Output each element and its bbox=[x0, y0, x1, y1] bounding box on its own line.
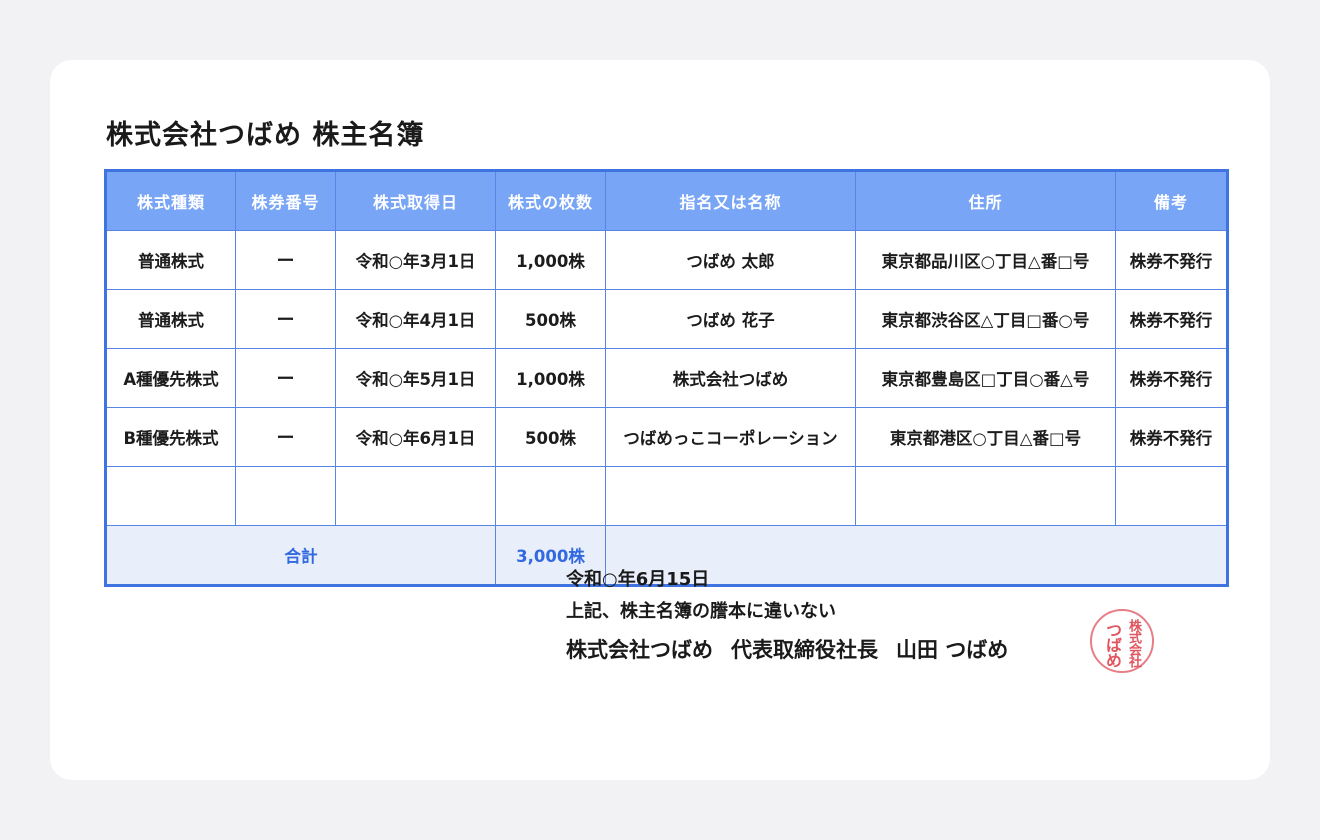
certification-footer: 令和○年6月15日 上記、株主名簿の謄本に違いない 株式会社つばめ 代表取締役社長… bbox=[566, 564, 1166, 670]
seal-text-company-name: つばめ bbox=[1103, 622, 1122, 667]
cell-acquisition-date: 令和○年4月1日 bbox=[335, 289, 496, 349]
certification-statement: 上記、株主名簿の謄本に違いない bbox=[566, 601, 836, 622]
cell-certificate-number bbox=[235, 466, 336, 526]
header-remarks: 備考 bbox=[1115, 170, 1228, 231]
cell-certificate-number: ー bbox=[235, 407, 336, 467]
signature-company: 株式会社つばめ bbox=[566, 638, 713, 662]
cell-acquisition-date: 令和○年6月1日 bbox=[335, 407, 496, 467]
header-certificate-number: 株券番号 bbox=[235, 170, 336, 231]
cell-address: 東京都港区○丁目△番□号 bbox=[855, 407, 1116, 467]
cell-address: 東京都品川区○丁目△番□号 bbox=[855, 230, 1116, 290]
document-card: 株式会社つばめ 株主名簿 株式種類 株券番号 株式取得日 株式の枚数 指名又は名… bbox=[50, 60, 1270, 780]
header-acquisition-date: 株式取得日 bbox=[335, 170, 496, 231]
signature-line: 株式会社つばめ 代表取締役社長 山田 つばめ bbox=[566, 630, 1166, 670]
cell-share-count: 1,000株 bbox=[495, 230, 606, 290]
cell-share-type bbox=[105, 466, 236, 526]
cell-share-count: 500株 bbox=[495, 289, 606, 349]
cell-remarks: 株券不発行 bbox=[1115, 230, 1228, 290]
table-row-empty bbox=[105, 466, 1228, 526]
header-share-count: 株式の枚数 bbox=[495, 170, 606, 231]
cell-name: つばめ 太郎 bbox=[605, 230, 856, 290]
table-row: 普通株式 ー 令和○年4月1日 500株 つばめ 花子 東京都渋谷区△丁目□番○… bbox=[105, 289, 1228, 349]
cell-share-type: B種優先株式 bbox=[105, 407, 236, 467]
cell-name: つばめっこコーポレーション bbox=[605, 407, 856, 467]
cell-address bbox=[855, 466, 1116, 526]
cell-acquisition-date bbox=[335, 466, 496, 526]
table-row: A種優先株式 ー 令和○年5月1日 1,000株 株式会社つばめ 東京都豊島区□… bbox=[105, 348, 1228, 408]
header-share-type: 株式種類 bbox=[105, 170, 236, 231]
cell-name bbox=[605, 466, 856, 526]
cell-name: つばめ 花子 bbox=[605, 289, 856, 349]
cell-certificate-number: ー bbox=[235, 289, 336, 349]
table-row: B種優先株式 ー 令和○年6月1日 500株 つばめっこコーポレーション 東京都… bbox=[105, 407, 1228, 467]
shareholder-register-table: 株式種類 株券番号 株式取得日 株式の枚数 指名又は名称 住所 備考 普通株式 … bbox=[104, 169, 1229, 587]
certification-date: 令和○年6月15日 bbox=[566, 569, 710, 590]
cell-acquisition-date: 令和○年3月1日 bbox=[335, 230, 496, 290]
seal-text-company-type: 株式会社 bbox=[1126, 619, 1141, 667]
cell-remarks: 株券不発行 bbox=[1115, 348, 1228, 408]
table-row: 普通株式 ー 令和○年3月1日 1,000株 つばめ 太郎 東京都品川区○丁目△… bbox=[105, 230, 1228, 290]
company-seal-stamp: 株式会社 つばめ bbox=[1090, 609, 1154, 673]
cell-certificate-number: ー bbox=[235, 348, 336, 408]
cell-acquisition-date: 令和○年5月1日 bbox=[335, 348, 496, 408]
total-label: 合計 bbox=[105, 525, 496, 586]
cell-name: 株式会社つばめ bbox=[605, 348, 856, 408]
cell-share-type: A種優先株式 bbox=[105, 348, 236, 408]
signature-position: 代表取締役社長 bbox=[731, 638, 878, 662]
cell-remarks: 株券不発行 bbox=[1115, 289, 1228, 349]
cell-remarks bbox=[1115, 466, 1228, 526]
cell-remarks: 株券不発行 bbox=[1115, 407, 1228, 467]
header-name: 指名又は名称 bbox=[605, 170, 856, 231]
cell-share-count bbox=[495, 466, 606, 526]
cell-certificate-number: ー bbox=[235, 230, 336, 290]
signature-representative: 山田 つばめ bbox=[896, 638, 1009, 662]
document-title: 株式会社つばめ 株主名簿 bbox=[106, 120, 425, 151]
cell-share-count: 500株 bbox=[495, 407, 606, 467]
table-header-row: 株式種類 株券番号 株式取得日 株式の枚数 指名又は名称 住所 備考 bbox=[105, 170, 1228, 231]
cell-share-type: 普通株式 bbox=[105, 230, 236, 290]
cell-share-count: 1,000株 bbox=[495, 348, 606, 408]
cell-address: 東京都渋谷区△丁目□番○号 bbox=[855, 289, 1116, 349]
cell-address: 東京都豊島区□丁目○番△号 bbox=[855, 348, 1116, 408]
cell-share-type: 普通株式 bbox=[105, 289, 236, 349]
header-address: 住所 bbox=[855, 170, 1116, 231]
